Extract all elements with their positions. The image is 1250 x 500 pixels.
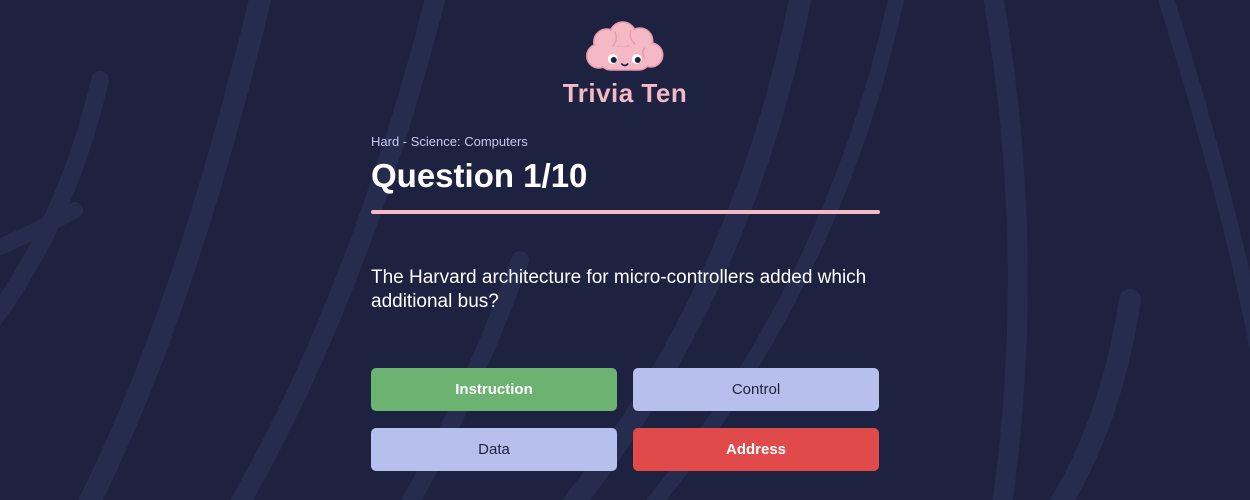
app-title: Trivia Ten — [562, 78, 688, 108]
answer-grid: Instruction Control Data Address — [371, 368, 879, 471]
answer-button-control[interactable]: Control — [633, 368, 879, 411]
question-category: Hard - Science: Computers — [371, 134, 528, 149]
brain-mascot-icon — [586, 21, 664, 71]
answer-button-instruction[interactable]: Instruction — [371, 368, 617, 411]
answer-button-address[interactable]: Address — [633, 428, 879, 471]
app-logo: Trivia Ten — [563, 20, 687, 109]
question-text: The Harvard architecture for micro-contr… — [371, 267, 867, 312]
question-number: Question 1/10 — [371, 157, 588, 194]
title-underline — [371, 210, 880, 214]
question-header: Hard - Science: Computers Question 1/10 — [371, 134, 880, 214]
answer-button-data[interactable]: Data — [371, 428, 617, 471]
